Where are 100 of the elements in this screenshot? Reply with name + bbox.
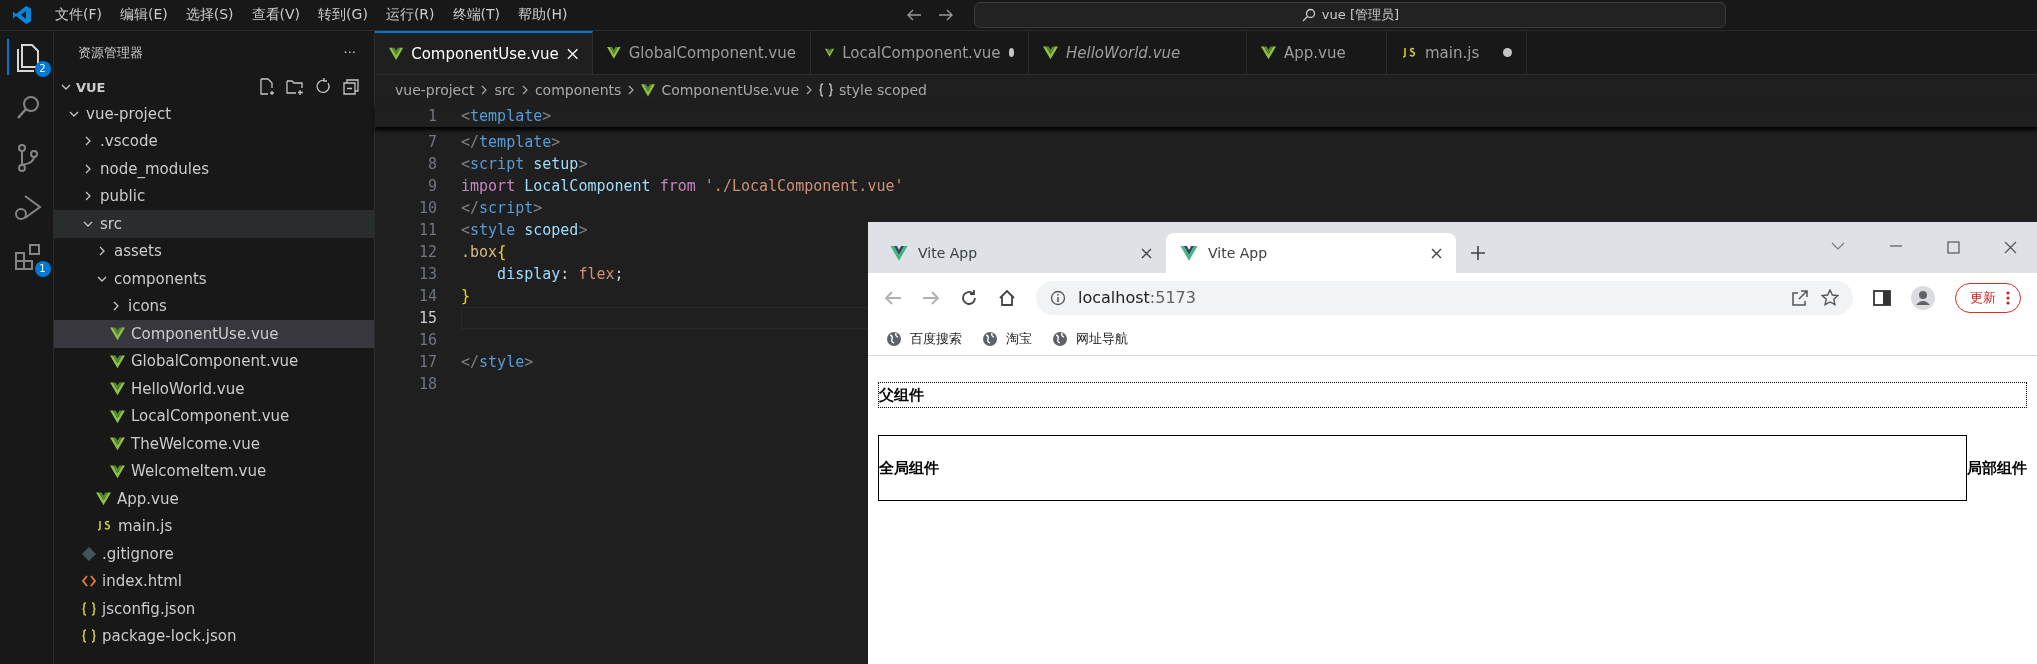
code-line: </template> [461, 132, 561, 153]
forward-arrow-icon[interactable] [938, 8, 955, 22]
breadcrumb-item[interactable]: style scoped [839, 82, 927, 98]
more-button[interactable]: ··· [343, 45, 356, 60]
file-tree-item[interactable]: .vscode [54, 127, 374, 155]
file-tree-item[interactable]: node_modules [54, 155, 374, 183]
line-number: 13 [417, 265, 438, 283]
code-line: <style scoped> [461, 220, 588, 241]
file-tree-item[interactable]: vue-project [54, 100, 374, 128]
file-tree-item[interactable]: jsconfig.json [54, 595, 374, 623]
breadcrumb-item[interactable]: ComponentUse.vue [661, 82, 800, 98]
share-icon[interactable] [1791, 288, 1809, 307]
v-logo-icon [389, 46, 404, 61]
section-title[interactable]: VUE [76, 79, 258, 95]
unsaved-dot-icon [1503, 48, 1512, 57]
menu-item[interactable]: 查看(V) [242, 2, 310, 28]
braces-icon [82, 601, 96, 616]
v-logo-icon [110, 436, 125, 452]
new-file-icon[interactable] [258, 78, 276, 96]
js-file-icon [96, 520, 112, 533]
menu-item[interactable]: 转到(G) [309, 2, 377, 28]
breadcrumb-item[interactable]: components [534, 82, 622, 98]
v-logo-icon [1043, 45, 1058, 60]
menu-item[interactable]: 选择(S) [176, 2, 243, 28]
file-tree-item[interactable]: LocalComponent.vue [54, 402, 374, 430]
braces-icon [82, 629, 96, 644]
chevron-right-icon [805, 84, 814, 96]
file-tree-item[interactable]: public [54, 182, 374, 210]
js-file-icon [1401, 46, 1417, 59]
menu-item[interactable]: 编辑(E) [111, 2, 177, 28]
v-logo-icon [110, 326, 125, 342]
line-number: 14 [417, 287, 438, 305]
info-icon[interactable] [1050, 289, 1066, 306]
line-number: 1 [426, 107, 438, 125]
file-tree-item[interactable]: icons [54, 292, 374, 320]
bookmark-link[interactable]: 百度搜索 [910, 329, 962, 348]
diamond-icon [82, 546, 96, 561]
v-logo-icon [1180, 245, 1198, 261]
v-logo-icon [890, 245, 908, 261]
new-tab-icon[interactable] [1470, 245, 1486, 261]
back-arrow-icon[interactable] [906, 8, 923, 22]
line-number: 8 [426, 155, 438, 173]
file-tree-item[interactable]: .gitignore [54, 540, 374, 568]
line-number: 12 [417, 243, 438, 261]
file-tree-item[interactable]: WelcomeItem.vue [54, 457, 374, 485]
sidebar-title: 资源管理器 [78, 43, 143, 62]
line-number: 10 [417, 199, 438, 217]
v-logo-icon [110, 353, 125, 369]
profile-avatar-icon[interactable] [1911, 285, 1935, 310]
globe-icon [886, 330, 902, 347]
home-icon[interactable] [998, 288, 1016, 307]
file-tree-item[interactable]: assets [54, 237, 374, 265]
line-number: 16 [417, 331, 438, 349]
line-number: 18 [417, 375, 438, 393]
file-tree-item[interactable]: GlobalComponent.vue [54, 347, 374, 375]
new-folder-icon[interactable] [286, 78, 304, 96]
file-tree-item[interactable]: App.vue [54, 485, 374, 513]
side-panel-icon[interactable] [1873, 289, 1891, 306]
kebab-menu-icon[interactable] [2006, 290, 2010, 305]
file-tree-item[interactable]: main.js [54, 512, 374, 540]
command-center[interactable]: vue [管理员] [974, 2, 1727, 28]
file-tree-item[interactable]: index.html [54, 567, 374, 595]
menu-item[interactable]: 终端(T) [443, 2, 509, 28]
file-tree-item[interactable]: HelloWorld.vue [54, 375, 374, 403]
close-icon[interactable] [1431, 247, 1442, 259]
file-tree-item[interactable]: TheWelcome.vue [54, 430, 374, 458]
bookmark-link[interactable]: 网址导航 [1076, 329, 1128, 348]
file-tree-item[interactable]: components [54, 265, 374, 293]
update-button[interactable]: 更新 [1955, 282, 2021, 313]
file-tree-item[interactable]: ComponentUse.vue [54, 320, 374, 348]
v-logo-icon [607, 45, 621, 60]
star-icon[interactable] [1821, 288, 1839, 307]
globe-icon [1052, 330, 1068, 347]
reload-icon[interactable] [960, 288, 978, 307]
address-bar[interactable]: localhost:5173 [1036, 280, 1853, 315]
breadcrumb-item[interactable]: src [494, 82, 515, 98]
line-number: 9 [426, 177, 438, 195]
bookmark-link[interactable]: 淘宝 [1006, 329, 1032, 348]
close-icon[interactable] [1141, 247, 1152, 259]
code-line: <script setup> [461, 154, 588, 175]
code-line: <template> [461, 106, 552, 127]
url-text: localhost:5173 [1078, 288, 1196, 307]
menu-item[interactable]: 帮助(H) [509, 2, 577, 28]
browser-tab[interactable]: Vite App [876, 233, 1166, 273]
file-tree-item[interactable]: package-lock.json [54, 622, 374, 650]
file-tree-item[interactable]: src [54, 210, 374, 238]
collapse-all-icon[interactable] [342, 78, 360, 96]
editor-tab[interactable]: ComponentUse.vue [375, 31, 593, 74]
parent-label: 父组件 [879, 385, 924, 405]
search-icon [1301, 8, 1316, 22]
maximize-icon[interactable] [1947, 241, 1960, 254]
local-label: 局部组件 [1967, 458, 2027, 478]
app-logo-icon [12, 5, 32, 25]
code-line: import LocalComponent from './LocalComponent.vue' [461, 176, 904, 197]
v-logo-icon [110, 463, 125, 479]
breadcrumb-item[interactable]: vue-project [395, 82, 475, 98]
refresh-icon[interactable] [314, 78, 332, 96]
menu-item[interactable]: 文件(F) [46, 2, 111, 28]
menu-item[interactable]: 运行(R) [376, 2, 444, 28]
browser-tab[interactable]: Vite App [1166, 233, 1456, 273]
